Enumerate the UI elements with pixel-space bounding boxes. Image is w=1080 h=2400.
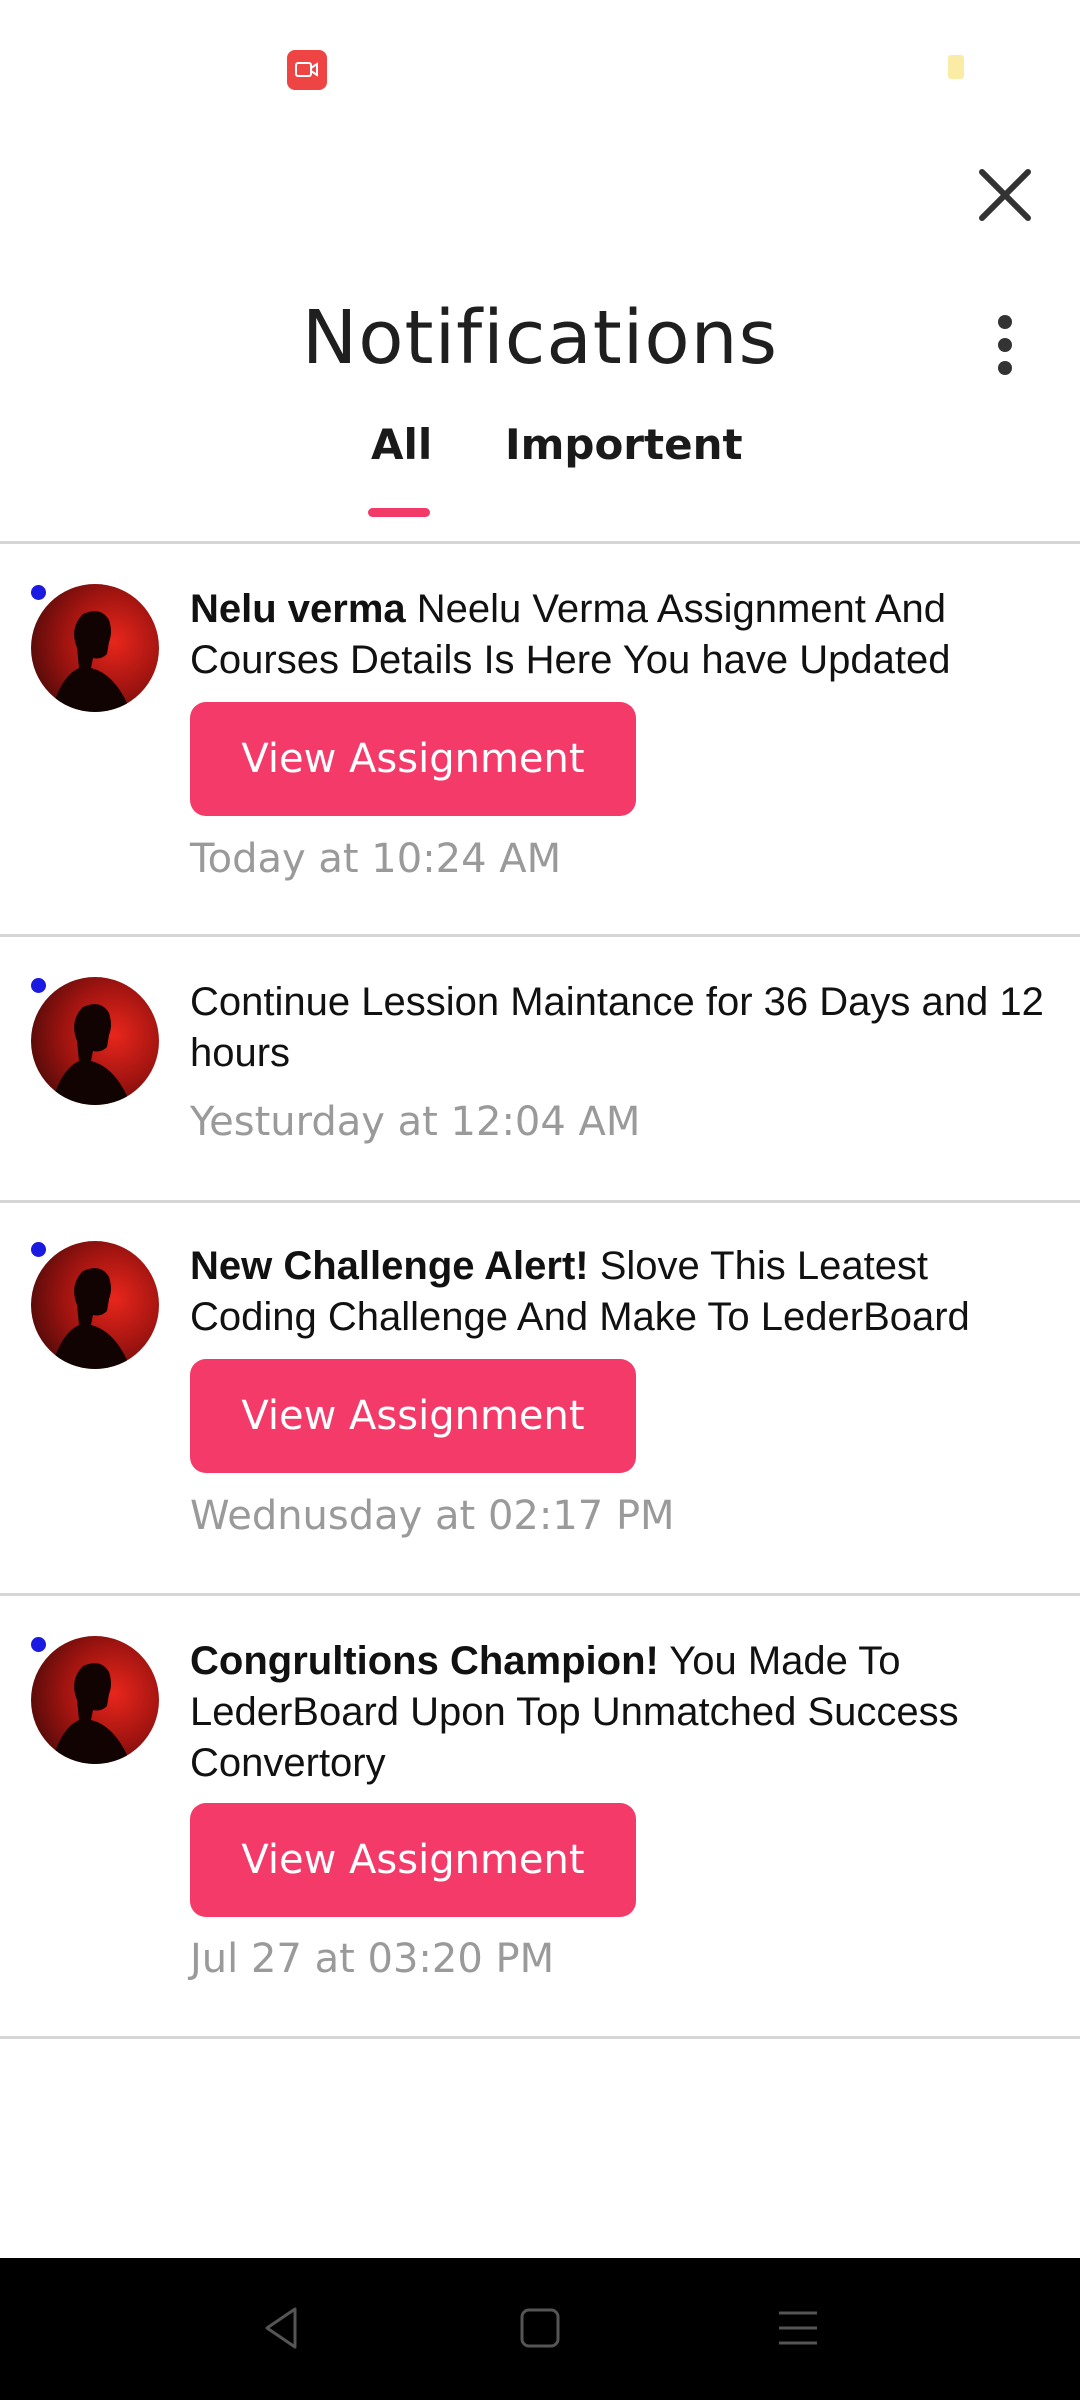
avatar	[31, 584, 159, 712]
notification-text: Congrultions Champion! You Made To Leder…	[190, 1636, 1060, 1789]
more-vertical-icon	[998, 315, 1012, 329]
tab-indicator	[368, 508, 430, 517]
back-icon[interactable]	[257, 2303, 307, 2353]
notification-title: Congrultions Champion!	[190, 1639, 659, 1683]
view-assignment-button[interactable]: View Assignment	[190, 1359, 636, 1473]
avatar	[31, 977, 159, 1105]
notification-time: Yesturday at 12:04 AM	[190, 1099, 641, 1145]
notification-sender: Nelu verma	[190, 587, 406, 631]
recents-icon[interactable]	[773, 2303, 823, 2353]
avatar	[31, 1636, 159, 1764]
unread-dot	[31, 1637, 46, 1652]
notification-time: Wednusday at 02:17 PM	[190, 1493, 675, 1539]
notification-text: Nelu verma Neelu Verma Assignment And Co…	[190, 584, 1060, 686]
tab-important[interactable]: Importent	[505, 420, 743, 469]
close-button[interactable]	[970, 160, 1040, 230]
unread-dot	[31, 585, 46, 600]
view-assignment-button[interactable]: View Assignment	[190, 1803, 636, 1917]
list-item[interactable]: Continue Lession Maintance for 36 Days a…	[0, 937, 1080, 1200]
notification-text: New Challenge Alert! Slove This Leatest …	[190, 1241, 1060, 1343]
unread-dot	[31, 1242, 46, 1257]
list-item[interactable]: Nelu verma Neelu Verma Assignment And Co…	[0, 544, 1080, 934]
notification-time: Jul 27 at 03:20 PM	[190, 1936, 555, 1982]
tab-all[interactable]: All	[371, 420, 432, 469]
divider	[0, 2036, 1080, 2039]
close-icon	[979, 169, 1031, 221]
screen-record-icon	[287, 50, 327, 90]
more-options-button[interactable]	[985, 315, 1025, 375]
page-title: Notifications	[301, 295, 779, 381]
list-item[interactable]: Congrultions Champion! You Made To Leder…	[0, 1596, 1080, 2036]
unread-dot	[31, 978, 46, 993]
tab-bar: All Importent	[0, 420, 1080, 520]
home-icon[interactable]	[515, 2303, 565, 2353]
view-assignment-button[interactable]: View Assignment	[190, 702, 636, 816]
avatar	[31, 1241, 159, 1369]
notification-text: Continue Lession Maintance for 36 Days a…	[190, 980, 1044, 1075]
list-item[interactable]: New Challenge Alert! Slove This Leatest …	[0, 1203, 1080, 1593]
notification-title: New Challenge Alert!	[190, 1244, 589, 1288]
navigation-bar	[0, 2258, 1080, 2400]
battery-icon	[948, 55, 964, 79]
status-bar	[0, 0, 1080, 130]
notification-time: Today at 10:24 AM	[190, 836, 562, 882]
